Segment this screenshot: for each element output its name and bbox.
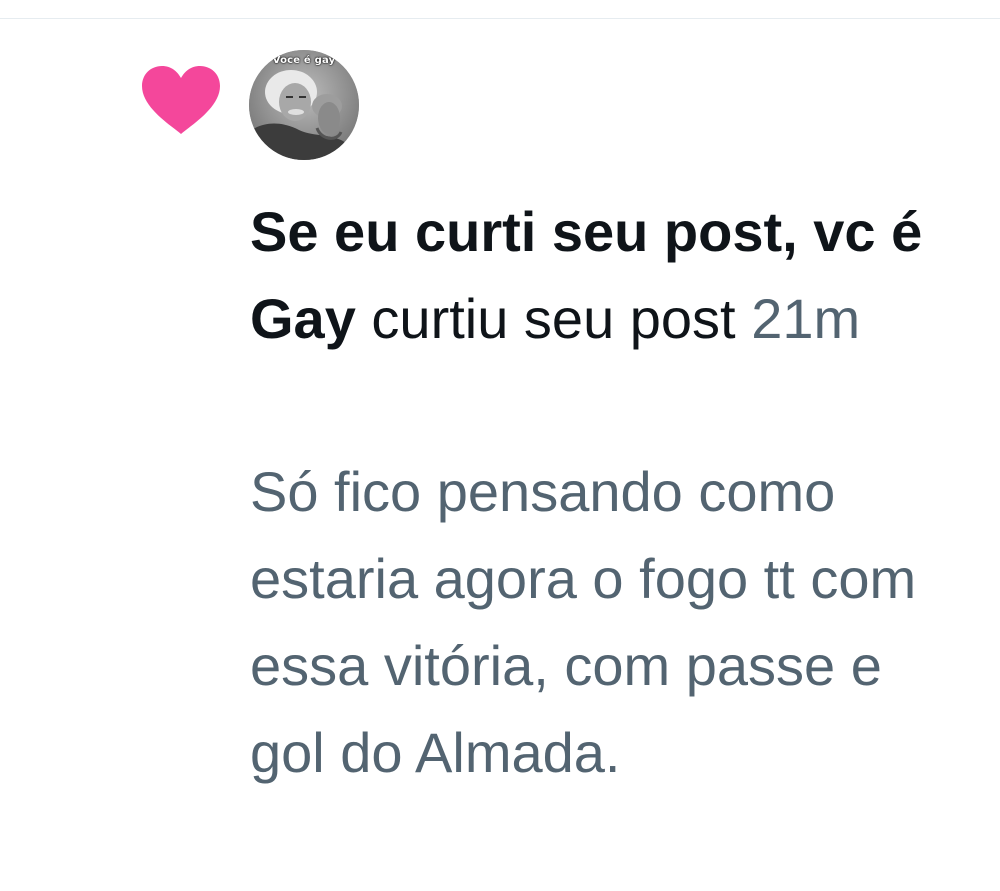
timestamp[interactable]: 21m — [751, 287, 860, 350]
liked-post-text[interactable]: Só fico pensando como estaria agora o fo… — [250, 448, 950, 796]
avatar-caption: Voce é gay — [272, 55, 336, 66]
notification-text: Se eu curti seu post, vc é Gay curtiu se… — [250, 188, 950, 362]
notification-action: curtiu seu post — [371, 287, 736, 350]
top-divider — [0, 18, 1000, 19]
avatar[interactable]: Voce é gay — [249, 50, 359, 160]
heart-icon — [142, 66, 220, 136]
